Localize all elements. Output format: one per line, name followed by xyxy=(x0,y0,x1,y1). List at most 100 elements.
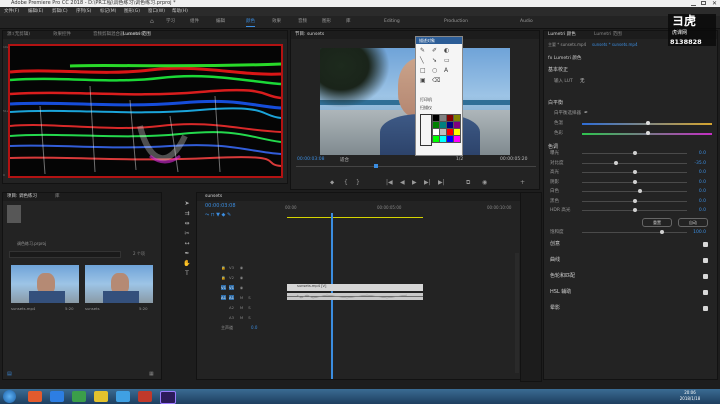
menu-file[interactable]: 文件(F) xyxy=(4,7,19,16)
add-marker-icon[interactable]: ⬥ xyxy=(330,180,334,186)
workspace-tab-graphics[interactable]: 图形 xyxy=(322,18,331,26)
tone-slider[interactable] xyxy=(582,208,687,212)
program-timecode[interactable]: 00:00:03:08 xyxy=(297,157,324,162)
tone-knob[interactable] xyxy=(632,151,637,155)
new-item-icon[interactable]: ▦ xyxy=(149,371,154,377)
tone-value[interactable]: 0.0 xyxy=(699,198,706,205)
arrow-icon[interactable]: ➘ xyxy=(432,57,437,64)
section-enable-checkbox[interactable] xyxy=(703,306,708,311)
menu-graphics[interactable]: 图形(G) xyxy=(124,7,140,16)
text-icon[interactable]: A xyxy=(444,67,448,74)
taskbar-app-icon[interactable] xyxy=(72,391,86,402)
menu-edit[interactable]: 编辑(E) xyxy=(28,7,43,16)
step-back-icon[interactable]: ◀ xyxy=(400,180,405,186)
ellipse-icon[interactable]: ○ xyxy=(432,67,437,74)
add-button-icon[interactable]: + xyxy=(520,180,525,186)
solo-icon[interactable]: S xyxy=(247,315,252,320)
menu-marker[interactable]: 标记(M) xyxy=(100,7,116,16)
menu-clip[interactable]: 剪辑(C) xyxy=(52,7,68,16)
tone-knob[interactable] xyxy=(637,189,642,193)
tone-slider[interactable] xyxy=(582,170,687,174)
line-width-selector[interactable] xyxy=(420,114,432,146)
tab-source[interactable]: 源:(无剪辑) xyxy=(7,31,30,39)
list-view-icon[interactable]: ▤ xyxy=(7,371,12,377)
export-frame-icon[interactable]: ◉ xyxy=(482,180,487,186)
menu-window[interactable]: 窗口(W) xyxy=(148,7,165,16)
go-to-in-icon[interactable]: |◀ xyxy=(386,180,393,186)
master-value[interactable]: 0.0 xyxy=(251,325,257,330)
zoom-select[interactable]: 适合 xyxy=(340,157,349,163)
basic-correction-heading[interactable]: 基本校正 xyxy=(548,66,568,73)
tone-knob[interactable] xyxy=(632,208,637,212)
lift-icon[interactable]: ⧉ xyxy=(466,180,470,186)
mute-icon[interactable]: M xyxy=(239,315,244,320)
palette-item-printer[interactable]: 打印机 xyxy=(420,97,432,103)
tone-knob[interactable] xyxy=(632,198,637,203)
mute-icon[interactable]: M xyxy=(239,295,244,300)
workspace-tab-editing[interactable]: 编辑 xyxy=(216,18,225,26)
go-to-out-icon[interactable]: ▶| xyxy=(438,180,445,186)
folder-icon[interactable] xyxy=(94,391,108,402)
tone-value[interactable]: 0.0 xyxy=(699,207,706,214)
clock-date[interactable]: 2018/1/18 xyxy=(670,396,710,401)
tone-slider[interactable] xyxy=(582,179,687,184)
section-enable-checkbox[interactable] xyxy=(703,290,708,295)
temperature-slider[interactable] xyxy=(582,121,712,125)
clear-icon[interactable]: ⌫ xyxy=(432,77,440,84)
section-creative[interactable]: 创意 xyxy=(548,240,714,249)
eyedropper-icon[interactable]: ✒ xyxy=(584,110,588,116)
input-lut-select[interactable]: 无 xyxy=(580,78,585,84)
track-select-icon[interactable]: ⇉ xyxy=(183,210,191,217)
tab-libraries[interactable]: 库 xyxy=(55,193,60,201)
auto-button[interactable]: 自动 xyxy=(678,218,708,227)
track-eye-icon[interactable]: ◉ xyxy=(239,285,244,290)
lumetri-source[interactable]: 主要 * sunsets.mp4 xyxy=(548,42,586,48)
tint-knob[interactable] xyxy=(646,131,650,135)
eraser-icon[interactable]: ▭ xyxy=(444,57,450,64)
section-enable-checkbox[interactable] xyxy=(703,242,708,247)
tone-value[interactable]: 0.0 xyxy=(699,169,706,176)
saturation-value[interactable]: 100.0 xyxy=(693,229,706,236)
project-clip-thumbnail-1[interactable] xyxy=(11,265,79,303)
timeline-scrollbar[interactable] xyxy=(515,253,519,373)
work-area-bar[interactable] xyxy=(287,217,423,218)
track-lock-icon[interactable]: 🔒 xyxy=(221,275,226,280)
tone-knob[interactable] xyxy=(632,170,637,174)
timeline-timecode[interactable]: 00:00:03:08 xyxy=(205,203,236,209)
video-clip[interactable]: sunsets.mp4 [V] xyxy=(287,284,423,291)
section-enable-checkbox[interactable] xyxy=(703,258,708,263)
temperature-knob[interactable] xyxy=(646,121,650,125)
lumetri-sequence[interactable]: sunsets * sunsets.mp4 xyxy=(592,42,638,47)
tab-effect-controls[interactable]: 效果控件 xyxy=(53,31,71,39)
palette-item-scanner[interactable]: 扫描仪 xyxy=(420,105,432,111)
project-clip-thumbnail-2[interactable] xyxy=(85,265,153,303)
reset-button[interactable]: 重置 xyxy=(642,218,672,227)
tab-lumetri-scopes-right[interactable]: Lumetri 范围 xyxy=(594,31,622,39)
line-icon[interactable]: ╲ xyxy=(420,57,424,64)
tone-knob[interactable] xyxy=(614,160,619,165)
taskbar-app-icon[interactable] xyxy=(50,391,64,402)
solo-icon[interactable]: S xyxy=(247,295,252,300)
track-label[interactable]: V1 xyxy=(229,285,234,290)
tone-slider[interactable] xyxy=(582,151,687,155)
razor-tool-icon[interactable]: ✂ xyxy=(183,230,191,237)
workspace-tab-learn[interactable]: 学习 xyxy=(166,18,175,26)
saturation-knob[interactable] xyxy=(660,230,664,234)
workspace-tab-production[interactable]: Production xyxy=(444,18,468,26)
tab-program[interactable]: 节目: sunsets xyxy=(295,31,324,39)
fill-icon[interactable]: ◐ xyxy=(444,47,449,54)
solo-icon[interactable]: S xyxy=(247,305,252,310)
program-scrubber[interactable] xyxy=(296,164,536,168)
workspace-tab-assembly[interactable]: 组件 xyxy=(190,18,199,26)
source-patch-a1[interactable]: A1 xyxy=(221,295,226,300)
track-eye-icon[interactable]: ◉ xyxy=(239,275,244,280)
image-icon[interactable]: ▣ xyxy=(420,77,426,84)
taskbar-app-icon[interactable] xyxy=(138,391,152,402)
menu-sequence[interactable]: 序列(S) xyxy=(76,7,91,16)
tab-lumetri-color[interactable]: Lumetri 颜色 xyxy=(548,31,576,39)
step-forward-icon[interactable]: ▶| xyxy=(424,180,431,186)
type-tool-icon[interactable]: T xyxy=(183,270,191,277)
tone-knob[interactable] xyxy=(632,179,637,184)
menu-help[interactable]: 帮助(H) xyxy=(172,7,188,16)
tone-value[interactable]: 0.0 xyxy=(699,179,706,186)
